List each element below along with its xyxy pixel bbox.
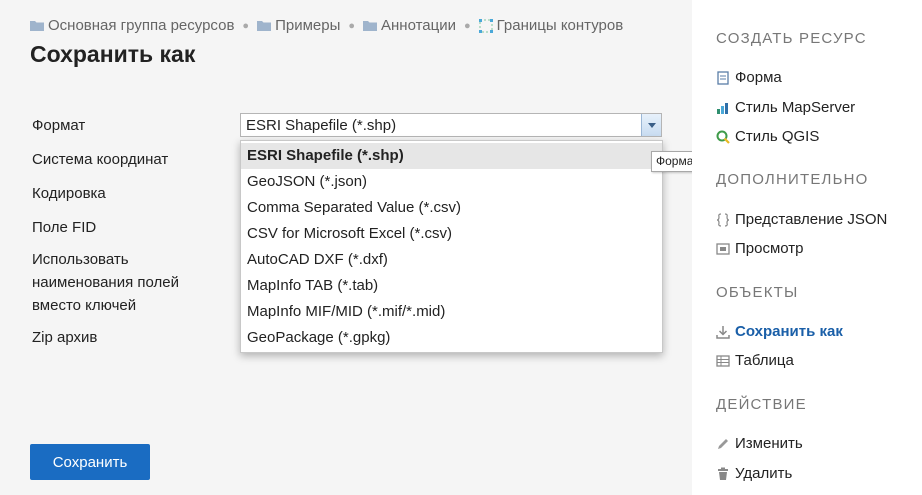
format-option[interactable]: Comma Separated Value (*.csv) <box>241 195 662 221</box>
format-option[interactable]: GeoPackage (*.gpkg) <box>241 325 662 351</box>
crs-label: Система координат <box>32 151 169 168</box>
folder-icon <box>363 21 378 31</box>
breadcrumb-separator: ● <box>464 19 471 32</box>
sidebar-item-mapserver-style[interactable]: Стиль MapServer <box>716 99 855 116</box>
qgis-style-icon <box>716 130 730 144</box>
vector-layer-icon <box>478 18 493 33</box>
preview-icon <box>716 242 730 255</box>
sidebar-heading-features: ОБЪЕКТЫ <box>716 284 799 301</box>
sidebar-item-label: Таблица <box>735 352 794 369</box>
breadcrumb-separator: ● <box>242 19 250 32</box>
sidebar-item-label: Изменить <box>735 435 803 452</box>
zip-label: Zip архив <box>32 329 98 346</box>
format-option[interactable]: GeoJSON (*.json) <box>241 169 662 195</box>
sidebar-item-edit[interactable]: Изменить <box>716 435 803 452</box>
page-title: Сохранить как <box>30 41 196 67</box>
format-select[interactable]: ESRI Shapefile (*.shp) <box>240 113 662 137</box>
sidebar-item-label: Удалить <box>735 465 793 482</box>
breadcrumb: Основная группа ресурсов ● Примеры ● Анн… <box>30 17 623 34</box>
breadcrumb-link[interactable]: Основная группа ресурсов <box>48 17 234 34</box>
breadcrumb-item[interactable]: Примеры <box>257 17 340 34</box>
encoding-label: Кодировка <box>32 185 106 202</box>
format-option[interactable]: MapInfo MIF/MID (*.mif/*.mid) <box>241 299 662 325</box>
mapserver-style-icon <box>717 102 728 114</box>
breadcrumb-link[interactable]: Аннотации <box>381 17 456 34</box>
folder-icon <box>30 21 44 31</box>
folder-icon <box>257 21 272 31</box>
main-content: Основная группа ресурсов ● Примеры ● Анн… <box>0 0 704 495</box>
format-option[interactable]: CSV for Microsoft Excel (*.csv) <box>241 221 662 247</box>
sidebar-heading-extra: ДОПОЛНИТЕЛЬНО <box>716 171 869 188</box>
format-option[interactable]: MapInfo TAB (*.tab) <box>241 273 662 299</box>
breadcrumb-item[interactable]: Аннотации <box>363 17 456 34</box>
breadcrumb-separator: ● <box>348 19 356 32</box>
sidebar-item-qgis-style[interactable]: Стиль QGIS <box>716 128 819 145</box>
fid-label: Поле FID <box>32 219 97 236</box>
pencil-icon <box>718 438 728 449</box>
format-dropdown-menu: ESRI Shapefile (*.shp) GeoJSON (*.json) … <box>240 140 663 353</box>
sidebar-item-json[interactable]: Представление JSON <box>716 211 887 228</box>
sidebar-item-label: Сохранить как <box>735 323 843 340</box>
sidebar-item-form[interactable]: Форма <box>716 69 782 86</box>
format-label: Формат <box>32 117 86 134</box>
sidebar-item-label: Форма <box>735 69 782 86</box>
breadcrumb-item[interactable]: Основная группа ресурсов <box>30 17 234 34</box>
breadcrumb-item: Границы контуров <box>478 17 624 34</box>
select-arrow[interactable] <box>641 114 661 136</box>
trash-icon <box>718 467 728 480</box>
download-icon <box>716 325 730 339</box>
sidebar-item-table[interactable]: Таблица <box>716 352 794 369</box>
sidebar-item-label: Стиль MapServer <box>735 99 856 116</box>
sidebar-heading-actions: ДЕЙСТВИЕ <box>716 396 807 413</box>
use-display-name-label: Использовать наименования полей вместо к… <box>32 251 179 314</box>
format-option[interactable]: AutoCAD DXF (*.dxf) <box>241 247 662 273</box>
sidebar-heading-create: СОЗДАТЬ РЕСУРС <box>716 30 867 47</box>
format-select-value: ESRI Shapefile (*.shp) <box>246 116 397 134</box>
save-button[interactable]: Сохранить <box>30 444 150 480</box>
sidebar-item-label: Просмотр <box>735 240 804 257</box>
sidebar-item-save-as[interactable]: Сохранить как <box>716 323 843 340</box>
sidebar-item-delete[interactable]: Удалить <box>716 465 792 482</box>
braces-icon <box>716 212 730 227</box>
sidebar-item-label: Представление JSON <box>735 211 888 228</box>
sidebar-item-preview[interactable]: Просмотр <box>716 240 804 257</box>
breadcrumb-current: Границы контуров <box>496 17 624 34</box>
format-option[interactable]: ESRI Shapefile (*.shp) <box>241 143 662 169</box>
chevron-down-icon <box>647 122 656 128</box>
form-icon <box>717 70 729 85</box>
breadcrumb-link[interactable]: Примеры <box>275 17 340 34</box>
sidebar-item-label: Стиль QGIS <box>735 128 820 145</box>
table-icon <box>716 354 730 367</box>
